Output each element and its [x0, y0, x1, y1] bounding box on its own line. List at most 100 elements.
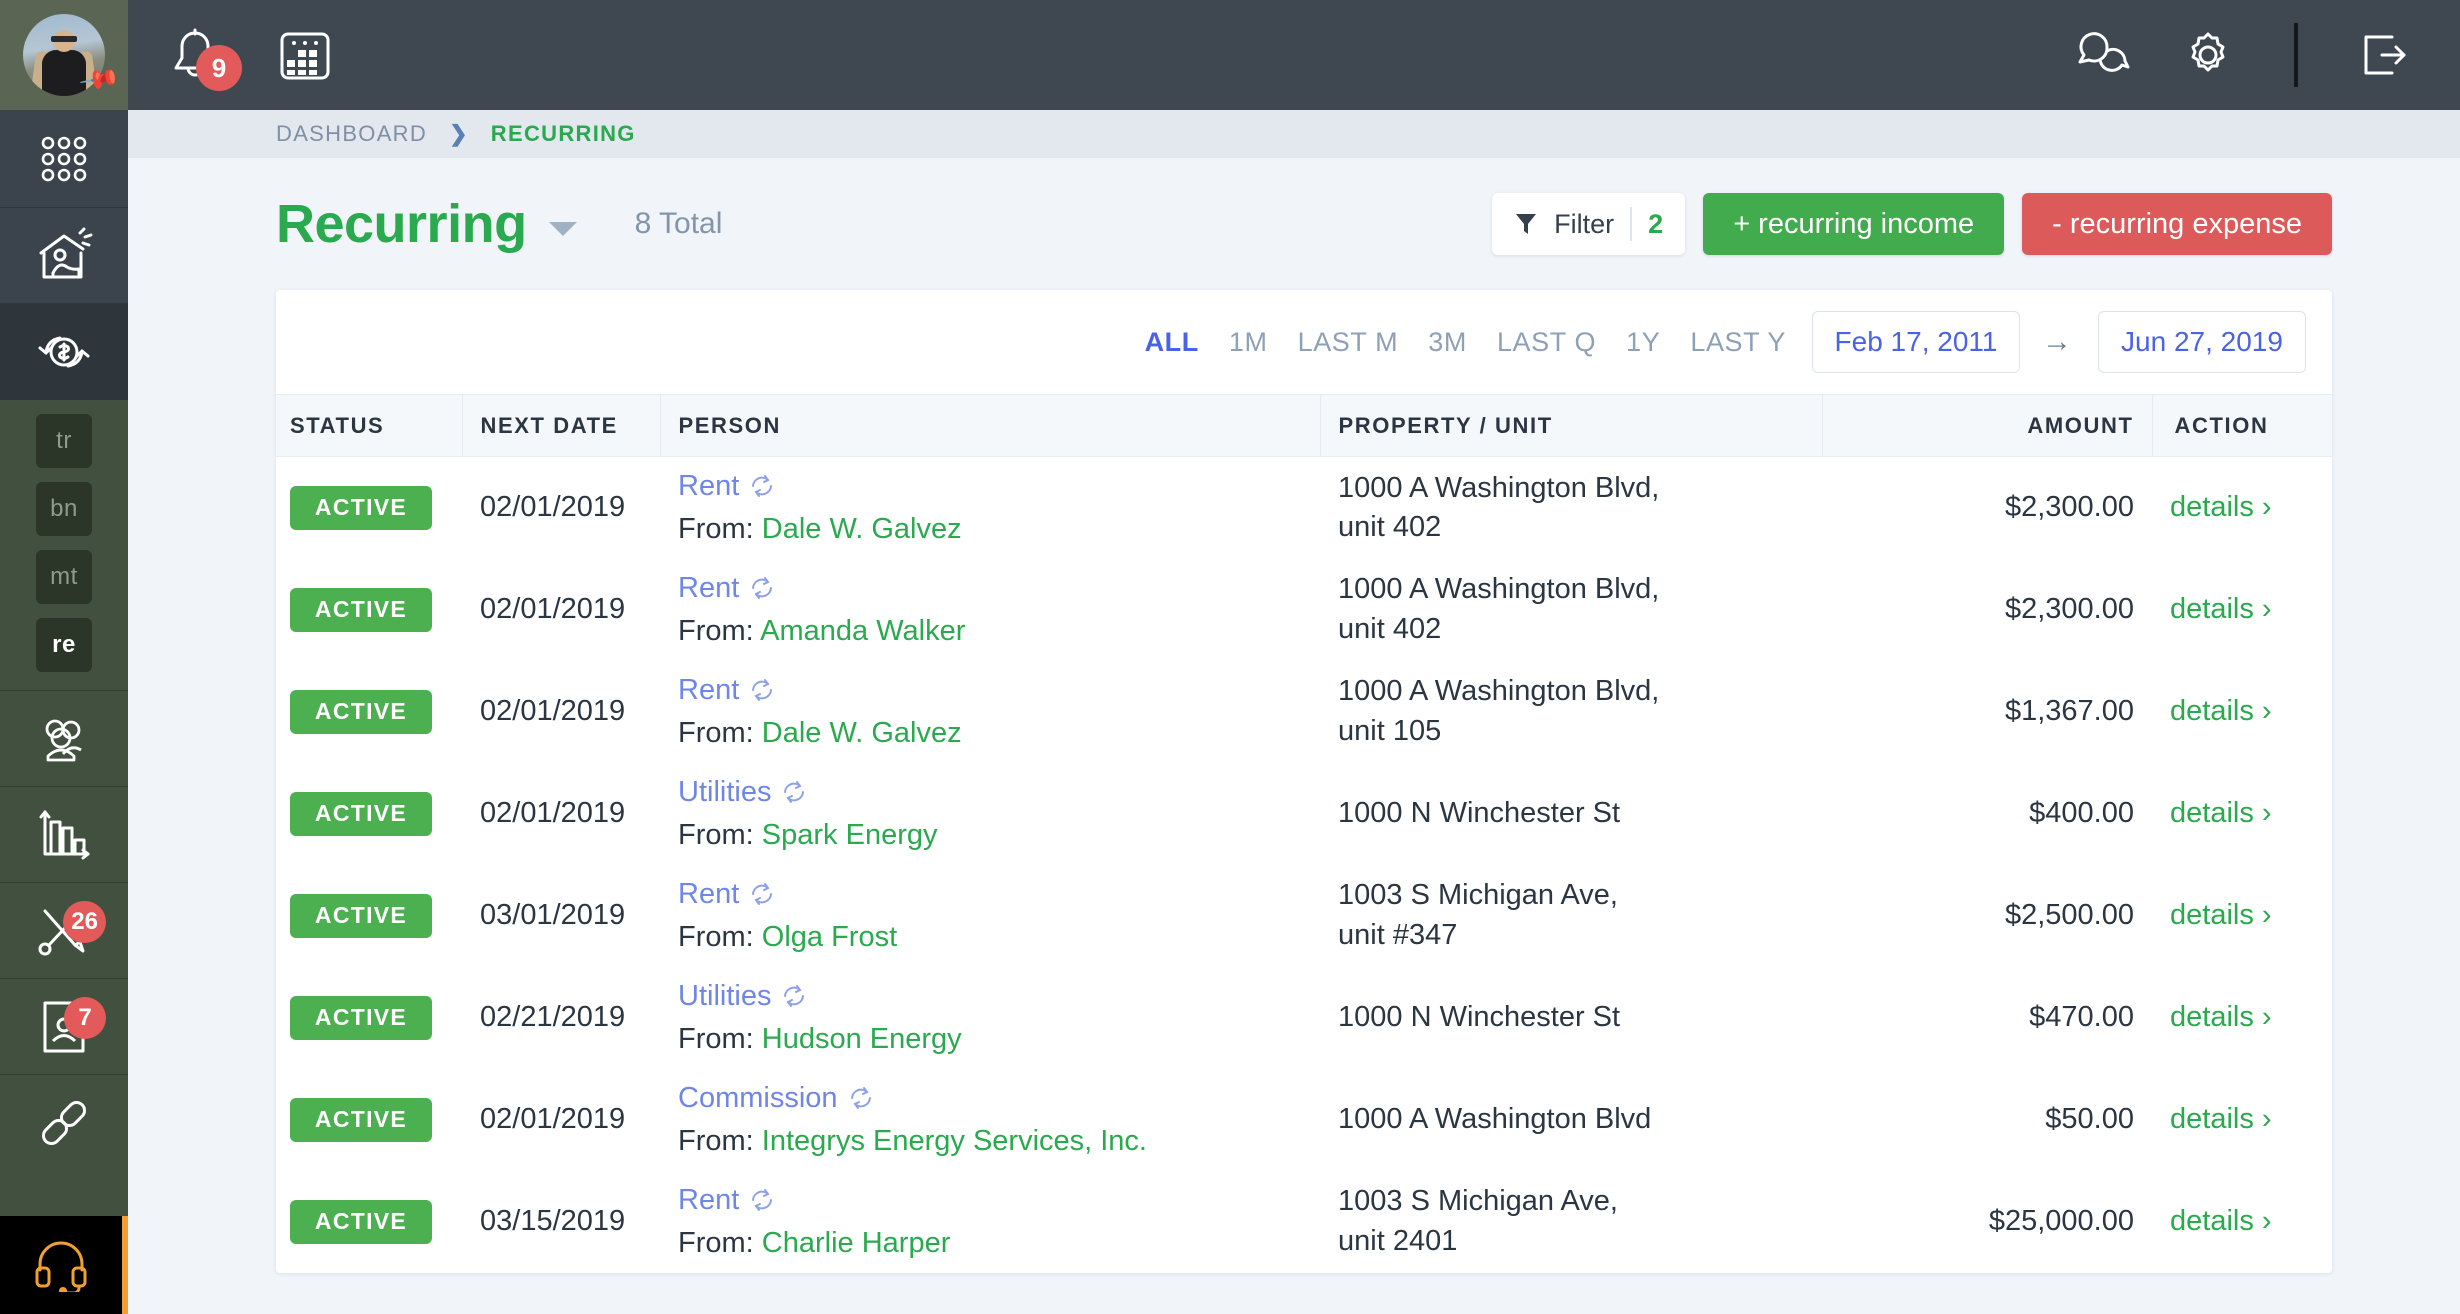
recurring-type-link[interactable]: Rent	[678, 572, 1302, 605]
table-head: STATUS NEXT DATE PERSON PROPERTY / UNIT …	[276, 394, 2332, 457]
sidebar-item-apps[interactable]	[0, 110, 128, 208]
cell-person: Utilities From: Spark Energy	[660, 763, 1320, 865]
sidebar-item-people[interactable]	[0, 691, 128, 787]
cell-action: details ›	[2152, 1171, 2332, 1273]
range-preset-3m[interactable]: 3M	[1428, 327, 1467, 358]
range-preset-lastm[interactable]: LAST M	[1298, 327, 1399, 358]
recurring-type-link[interactable]: Commission	[678, 1082, 1302, 1115]
range-preset-all[interactable]: ALL	[1145, 327, 1199, 358]
start-date-input[interactable]: Feb 17, 2011	[1812, 311, 2020, 373]
column-header-person[interactable]: PERSON	[659, 394, 1320, 457]
recurring-type-link[interactable]: Rent	[678, 674, 1302, 707]
recurring-type-link[interactable]: Utilities	[678, 980, 1302, 1013]
chevron-right-icon: ›	[2261, 593, 2272, 625]
page-title: Recurring	[276, 194, 527, 254]
details-link[interactable]: details ›	[2170, 899, 2314, 932]
table-row[interactable]: ACTIVE 03/01/2019 Rent From: Olga Frost 1003…	[276, 865, 2332, 967]
filter-button[interactable]: Filter 2	[1492, 193, 1686, 255]
cell-action: details ›	[2152, 559, 2332, 661]
cell-next-date: 02/01/2019	[480, 1103, 626, 1135]
person-name-link[interactable]: Dale W. Galvez	[762, 717, 962, 749]
person-name-link[interactable]: Spark Energy	[762, 819, 938, 851]
person-from: From: Integrys Energy Services, Inc.	[678, 1124, 1147, 1157]
sidebar-item-links[interactable]	[0, 1075, 128, 1171]
chat-button[interactable]	[2074, 27, 2132, 83]
logout-button[interactable]	[2356, 27, 2412, 83]
sidebar-item-properties[interactable]	[0, 208, 128, 304]
details-link[interactable]: details ›	[2170, 1103, 2314, 1136]
recurring-cycle-icon	[781, 983, 807, 1009]
person-name-link[interactable]: Charlie Harper	[762, 1227, 951, 1259]
cell-status: ACTIVE	[276, 1069, 462, 1171]
add-recurring-income-button[interactable]: + recurring income	[1703, 193, 2005, 255]
topbar-right-group	[2074, 23, 2460, 87]
column-header-action: ACTION	[2151, 394, 2332, 457]
add-recurring-expense-button[interactable]: - recurring expense	[2022, 193, 2332, 255]
sidebar-subitem-bn[interactable]: bn	[36, 482, 92, 536]
sidebar-subitem-label: mt	[50, 563, 78, 590]
recurring-type-link[interactable]: Rent	[678, 1184, 1302, 1217]
person-name-link[interactable]: Integrys Energy Services, Inc.	[762, 1125, 1147, 1157]
sidebar-subitem-re[interactable]: re	[36, 618, 92, 672]
column-header-amount[interactable]: AMOUNT	[1821, 394, 2152, 457]
column-header-property-unit[interactable]: PROPERTY / UNIT	[1319, 394, 1822, 457]
end-date-input[interactable]: Jun 27, 2019	[2098, 311, 2306, 373]
recurring-type-link[interactable]: Rent	[678, 470, 1302, 503]
table-row[interactable]: ACTIVE 03/15/2019 Rent From: Charlie Harper…	[276, 1171, 2332, 1273]
table-header-row: STATUS NEXT DATE PERSON PROPERTY / UNIT …	[276, 394, 2332, 457]
status-badge: ACTIVE	[290, 485, 432, 530]
recurring-type-link[interactable]: Rent	[678, 878, 1302, 911]
chevron-down-icon[interactable]	[548, 222, 577, 236]
sidebar-subitem-mt[interactable]: mt	[36, 550, 92, 604]
settings-button[interactable]	[2180, 27, 2236, 83]
table-row[interactable]: ACTIVE 02/01/2019 Commission From: Integrys…	[276, 1069, 2332, 1171]
person-from: From: Dale W. Galvez	[678, 716, 962, 749]
sidebar-item-recurring[interactable]	[0, 304, 128, 400]
cell-amount: $50.00	[2045, 1103, 2134, 1135]
sidebar-item-reports[interactable]	[0, 787, 128, 883]
recurring-type-link[interactable]: Utilities	[678, 776, 1302, 809]
sidebar: 📌 tr bn mt re 26 7	[0, 0, 128, 1314]
breadcrumb-parent[interactable]: DASHBOARD	[276, 121, 427, 147]
range-preset-lasty[interactable]: LAST Y	[1690, 327, 1786, 358]
cell-amount: $470.00	[2029, 1001, 2134, 1033]
table-row[interactable]: ACTIVE 02/01/2019 Rent From: Dale W. Galvez…	[276, 457, 2332, 559]
cell-person: Commission From: Integrys Energy Services…	[660, 1069, 1320, 1171]
chevron-right-icon: ›	[2261, 1205, 2272, 1237]
table-row[interactable]: ACTIVE 02/01/2019 Rent From: Dale W. Galvez…	[276, 661, 2332, 763]
details-link[interactable]: details ›	[2170, 1205, 2314, 1238]
recurring-table: STATUS NEXT DATE PERSON PROPERTY / UNIT …	[276, 394, 2332, 1273]
sidebar-subitem-tr[interactable]: tr	[36, 414, 92, 468]
column-header-next-date[interactable]: NEXT DATE	[461, 394, 660, 457]
cell-next-date: 02/01/2019	[480, 797, 626, 829]
details-link[interactable]: details ›	[2170, 593, 2314, 626]
person-name-link[interactable]: Dale W. Galvez	[762, 513, 962, 545]
headset-support-icon	[32, 1238, 90, 1292]
cell-person: Rent From: Dale W. Galvez	[660, 457, 1320, 559]
calendar-button[interactable]	[278, 28, 332, 82]
cell-next-date: 02/01/2019	[480, 695, 626, 727]
range-preset-1y[interactable]: 1Y	[1626, 327, 1660, 358]
range-preset-1m[interactable]: 1M	[1229, 327, 1268, 358]
table-row[interactable]: ACTIVE 02/21/2019 Utilities From: Hudson En…	[276, 967, 2332, 1069]
person-name-link[interactable]: Olga Frost	[762, 921, 897, 953]
cell-amount: $400.00	[2029, 797, 2134, 829]
table-row[interactable]: ACTIVE 02/01/2019 Utilities From: Spark Ene…	[276, 763, 2332, 865]
range-preset-lastq[interactable]: LAST Q	[1497, 327, 1596, 358]
person-name-link[interactable]: Amanda Walker	[760, 615, 965, 647]
details-link[interactable]: details ›	[2170, 695, 2314, 728]
sidebar-item-maintenance[interactable]: 26	[0, 883, 128, 979]
person-name-link[interactable]: Hudson Energy	[762, 1023, 962, 1055]
cell-property-unit: 1003 S Michigan Ave, unit 2401	[1338, 1185, 1618, 1257]
sidebar-item-support[interactable]	[0, 1216, 128, 1314]
cell-person: Rent From: Amanda Walker	[660, 559, 1320, 661]
column-header-status[interactable]: STATUS	[276, 394, 462, 457]
details-link[interactable]: details ›	[2170, 1001, 2314, 1034]
notifications-button[interactable]: 9	[168, 27, 242, 91]
table-row[interactable]: ACTIVE 02/01/2019 Rent From: Amanda Walker 1…	[276, 559, 2332, 661]
sidebar-subitem-label: bn	[50, 495, 78, 522]
sidebar-item-applications[interactable]: 7	[0, 979, 128, 1075]
avatar[interactable]: 📌	[0, 0, 128, 110]
details-link[interactable]: details ›	[2170, 797, 2314, 830]
details-link[interactable]: details ›	[2170, 491, 2314, 524]
